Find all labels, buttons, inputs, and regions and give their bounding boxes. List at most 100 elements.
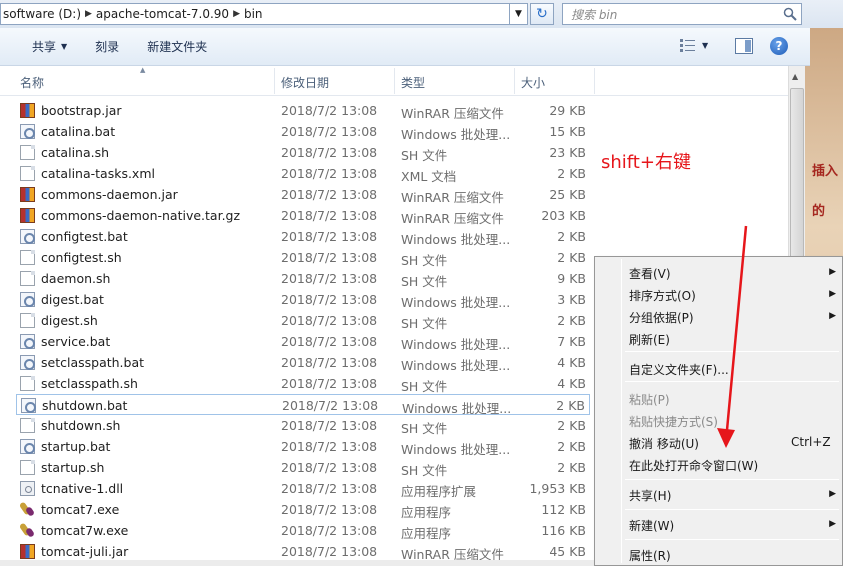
submenu-arrow-icon: ▶	[829, 311, 836, 321]
file-type: Windows 批处理...	[401, 358, 511, 373]
view-list-icon	[680, 39, 695, 52]
file-name: commons-daemon-native.tar.gz	[41, 208, 241, 223]
column-divider[interactable]	[594, 68, 595, 94]
scrollbar-thumb[interactable]	[790, 88, 804, 278]
file-row[interactable]: bootstrap.jar 2018/7/2 13:08 WinRAR 压缩文件 29…	[16, 100, 590, 121]
file-date: 2018/7/2 13:08	[281, 229, 378, 244]
preview-pane-button[interactable]	[735, 38, 753, 54]
bat-file-icon	[20, 355, 35, 370]
file-date: 2018/7/2 13:08	[281, 334, 378, 349]
submenu-arrow-icon: ▶	[829, 519, 836, 529]
share-button[interactable]: 共享 ▼	[32, 38, 67, 55]
menu-item-properties[interactable]: 属性(R)	[629, 547, 671, 564]
breadcrumb-bin[interactable]: bin	[244, 7, 263, 21]
file-type: SH 文件	[401, 148, 448, 163]
file-size: 23 KB	[549, 145, 586, 160]
column-header-type[interactable]: 类型	[401, 74, 425, 91]
new-folder-button[interactable]: 新建文件夹	[147, 38, 207, 55]
file-row[interactable]: catalina-tasks.xml 2018/7/2 13:08 XML 文档 2 …	[16, 163, 590, 184]
chevron-right-icon[interactable]: ▶	[233, 9, 240, 19]
change-view-button[interactable]: ▼	[680, 38, 708, 52]
file-row[interactable]: shutdown.sh 2018/7/2 13:08 SH 文件 2 KB	[16, 415, 590, 436]
file-row[interactable]: setclasspath.sh 2018/7/2 13:08 SH 文件 4 KB	[16, 373, 590, 394]
file-row[interactable]: commons-daemon.jar 2018/7/2 13:08 WinRAR 压…	[16, 184, 590, 205]
file-row[interactable]: commons-daemon-native.tar.gz 2018/7/2 13:…	[16, 205, 590, 226]
search-input[interactable]: 搜索 bin	[562, 3, 802, 25]
file-row[interactable]: configtest.bat 2018/7/2 13:08 Windows 批处理.…	[16, 226, 590, 247]
file-type: SH 文件	[401, 253, 448, 268]
search-icon[interactable]	[783, 7, 797, 21]
file-row[interactable]: tomcat7.exe 2018/7/2 13:08 应用程序 112 KB	[16, 499, 590, 520]
bat-file-icon	[21, 398, 36, 413]
file-name: tomcat7.exe	[41, 502, 120, 517]
breadcrumb-tomcat[interactable]: apache-tomcat-7.0.90	[96, 7, 229, 21]
address-bar[interactable]: software (D:) ▶ apache-tomcat-7.0.90 ▶ b…	[0, 3, 510, 25]
file-date: 2018/7/2 13:08	[281, 418, 378, 433]
file-row[interactable]: tcnative-1.dll 2018/7/2 13:08 应用程序扩展 1,953 …	[16, 478, 590, 499]
file-row[interactable]: configtest.sh 2018/7/2 13:08 SH 文件 2 KB	[16, 247, 590, 268]
file-row[interactable]: digest.bat 2018/7/2 13:08 Windows 批处理... 3 …	[16, 289, 590, 310]
menu-item-share[interactable]: 共享(H)	[629, 487, 671, 504]
menu-item-view[interactable]: 查看(V)	[629, 265, 671, 282]
menu-item-undo-move[interactable]: 撤消 移动(U)	[629, 435, 699, 452]
menu-separator	[625, 381, 839, 382]
file-row[interactable]: shutdown.bat 2018/7/2 13:08 Windows 批处理...…	[16, 394, 590, 416]
file-row[interactable]: catalina.sh 2018/7/2 13:08 SH 文件 23 KB	[16, 142, 590, 163]
doc-file-icon	[20, 460, 35, 475]
menu-item-refresh[interactable]: 刷新(E)	[629, 331, 670, 348]
burn-button[interactable]: 刻录	[95, 38, 119, 55]
file-row[interactable]: startup.sh 2018/7/2 13:08 SH 文件 2 KB	[16, 457, 590, 478]
rar-file-icon	[20, 544, 35, 559]
file-size: 2 KB	[557, 313, 586, 328]
horizontal-scrollbar[interactable]	[0, 560, 594, 566]
refresh-button[interactable]: ↻	[530, 3, 554, 25]
column-divider[interactable]	[274, 68, 275, 94]
doc-file-icon	[20, 166, 35, 181]
file-row[interactable]: setclasspath.bat 2018/7/2 13:08 Windows 批处…	[16, 352, 590, 373]
doc-file-icon	[20, 271, 35, 286]
menu-item-open-command-window[interactable]: 在此处打开命令窗口(W)	[629, 457, 758, 474]
scroll-up-icon[interactable]: ▲	[792, 72, 798, 81]
file-size: 116 KB	[541, 523, 586, 538]
menu-gutter	[621, 259, 622, 563]
help-icon[interactable]: ?	[770, 37, 788, 55]
file-row[interactable]: startup.bat 2018/7/2 13:08 Windows 批处理... 2…	[16, 436, 590, 457]
file-row[interactable]: tomcat7w.exe 2018/7/2 13:08 应用程序 116 KB	[16, 520, 590, 541]
menu-item-paste[interactable]: 粘贴(P)	[629, 391, 670, 408]
file-date: 2018/7/2 13:08	[281, 313, 378, 328]
column-header-name[interactable]: 名称	[20, 74, 44, 91]
file-row[interactable]: daemon.sh 2018/7/2 13:08 SH 文件 9 KB	[16, 268, 590, 289]
address-dropdown-button[interactable]: ▼	[510, 3, 528, 25]
file-size: 2 KB	[557, 460, 586, 475]
column-divider[interactable]	[394, 68, 395, 94]
file-size: 2 KB	[556, 398, 585, 413]
file-name: shutdown.sh	[41, 418, 121, 433]
file-size: 2 KB	[557, 439, 586, 454]
column-header-date[interactable]: 修改日期	[281, 74, 329, 91]
chevron-right-icon[interactable]: ▶	[85, 9, 92, 19]
menu-item-new[interactable]: 新建(W)	[629, 517, 674, 534]
file-type: WinRAR 压缩文件	[401, 106, 504, 121]
file-row[interactable]: digest.sh 2018/7/2 13:08 SH 文件 2 KB	[16, 310, 590, 331]
file-name: service.bat	[41, 334, 111, 349]
column-divider[interactable]	[514, 68, 515, 94]
file-size: 25 KB	[549, 187, 586, 202]
file-type: WinRAR 压缩文件	[401, 211, 504, 226]
menu-item-paste-shortcut[interactable]: 粘贴快捷方式(S)	[629, 413, 718, 430]
file-name: daemon.sh	[41, 271, 111, 286]
file-type: Windows 批处理...	[401, 127, 511, 142]
file-date: 2018/7/2 13:08	[281, 292, 378, 307]
file-row[interactable]: tomcat-juli.jar 2018/7/2 13:08 WinRAR 压缩文件…	[16, 541, 590, 562]
menu-item-customize-folder[interactable]: 自定义文件夹(F)...	[629, 361, 729, 378]
file-size: 1,953 KB	[529, 481, 586, 496]
chevron-down-icon: ▼	[515, 9, 522, 19]
file-row[interactable]: service.bat 2018/7/2 13:08 Windows 批处理... 7…	[16, 331, 590, 352]
menu-item-group[interactable]: 分组依据(P)	[629, 309, 694, 326]
file-row[interactable]: catalina.bat 2018/7/2 13:08 Windows 批处理...…	[16, 121, 590, 142]
dll-file-icon	[20, 481, 35, 496]
column-header-size[interactable]: 大小	[521, 74, 545, 91]
breadcrumb-drive[interactable]: software (D:)	[3, 7, 81, 21]
context-menu: 查看(V) ▶ 排序方式(O) ▶ 分组依据(P) ▶ 刷新(E) 自定义文件夹…	[594, 256, 843, 566]
menu-item-sort[interactable]: 排序方式(O)	[629, 287, 696, 304]
undo-shortcut-text: Ctrl+Z	[791, 435, 831, 449]
